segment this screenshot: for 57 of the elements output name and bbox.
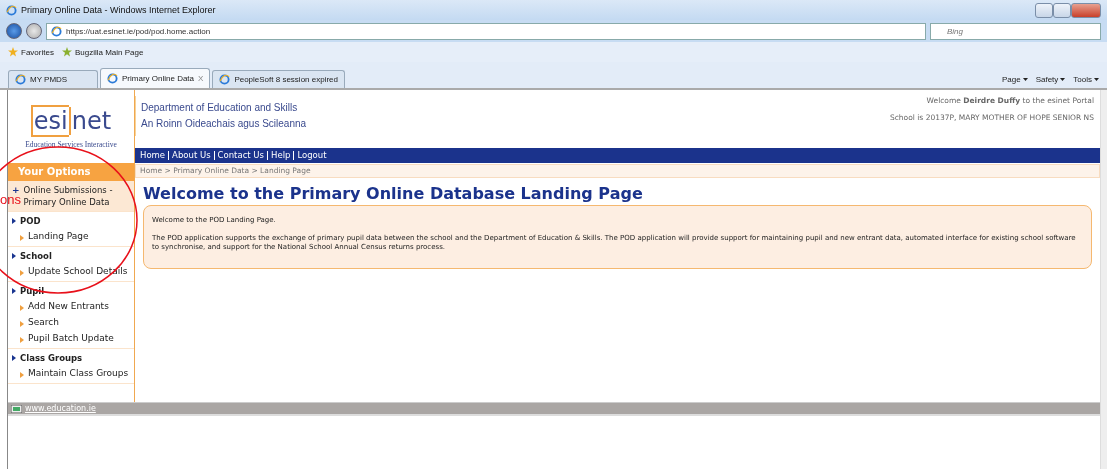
flag-icon	[11, 404, 22, 413]
nav-link[interactable]: Help	[267, 151, 294, 160]
maximize-button[interactable]	[1053, 2, 1071, 18]
browser-logo-icon	[51, 25, 62, 37]
nav-link[interactable]: About Us	[168, 151, 214, 160]
sidebar-link[interactable]: Maintain Class Groups	[28, 367, 129, 379]
browser-tab[interactable]: MY PMDS	[8, 70, 98, 88]
command-menu[interactable]: Tools	[1073, 75, 1099, 84]
dropdown-caret-icon	[1022, 78, 1028, 81]
back-button[interactable]	[6, 23, 22, 39]
nav-link[interactable]: Contact Us	[213, 151, 268, 160]
close-button[interactable]	[1071, 2, 1101, 18]
browser-tab[interactable]: Primary Online Data X	[100, 68, 211, 88]
browser-tab[interactable]: PeopleSoft 8 session expired	[212, 70, 345, 88]
dropdown-caret-icon	[1094, 78, 1099, 81]
sidebar-link[interactable]: Landing Page	[28, 230, 89, 242]
address-field[interactable]: https://uat.esinet.ie/pod/pod.home.action	[46, 22, 926, 40]
sidebar-group[interactable]: School	[20, 250, 52, 262]
browser-logo-icon	[6, 4, 17, 16]
annotation-text: ons	[0, 194, 21, 206]
caret-icon	[12, 355, 16, 361]
caret-icon	[20, 269, 24, 276]
sidebar-group[interactable]: Class Groups	[20, 352, 83, 364]
sidebar-group[interactable]: Online Submissions - Primary Online Data	[23, 184, 130, 208]
favorites-item[interactable]: Favorites	[8, 47, 54, 57]
dropdown-caret-icon	[1060, 78, 1066, 81]
sidebar-title: Your Options	[8, 163, 134, 181]
scrollbar[interactable]	[1100, 90, 1107, 469]
caret-icon	[20, 304, 24, 311]
caret-icon	[20, 234, 24, 241]
search-field[interactable]: Bing	[930, 22, 1101, 40]
browser-logo-icon	[15, 74, 26, 85]
browser-logo-icon	[107, 73, 118, 84]
window-title: Primary Online Data - Windows Internet Explorer	[21, 5, 217, 15]
minimize-button[interactable]	[1035, 2, 1053, 18]
nav-link[interactable]: Home	[137, 151, 169, 160]
sidebar-link[interactable]: Search	[28, 316, 59, 328]
browser-logo-icon	[219, 74, 231, 85]
forward-button[interactable]	[26, 23, 42, 39]
command-menu[interactable]: Page	[1001, 75, 1028, 84]
caret-icon	[12, 288, 16, 294]
caret-icon	[12, 253, 16, 259]
caret-icon	[20, 320, 24, 327]
sidebar-link[interactable]: Pupil Batch Update	[28, 332, 114, 344]
star-icon	[61, 47, 72, 57]
star-icon	[8, 47, 18, 57]
nav-link[interactable]: Logout	[293, 151, 330, 160]
page-heading: Welcome to the Primary Online Database Landing Page	[143, 184, 644, 203]
caret-icon	[12, 218, 16, 224]
caret-icon	[20, 336, 24, 343]
caret-icon	[20, 371, 24, 378]
expand-marker[interactable]: +	[12, 184, 20, 196]
department-name: Department of Education and Skills An Roinn Oideachais agus Scileanna	[135, 96, 312, 136]
sidebar-group[interactable]: POD	[20, 215, 41, 227]
command-menu[interactable]: Safety	[1035, 75, 1066, 84]
sidebar-link[interactable]: Add New Entrants	[28, 300, 109, 312]
favorites-item[interactable]: Bugzilla Main Page	[61, 47, 144, 57]
